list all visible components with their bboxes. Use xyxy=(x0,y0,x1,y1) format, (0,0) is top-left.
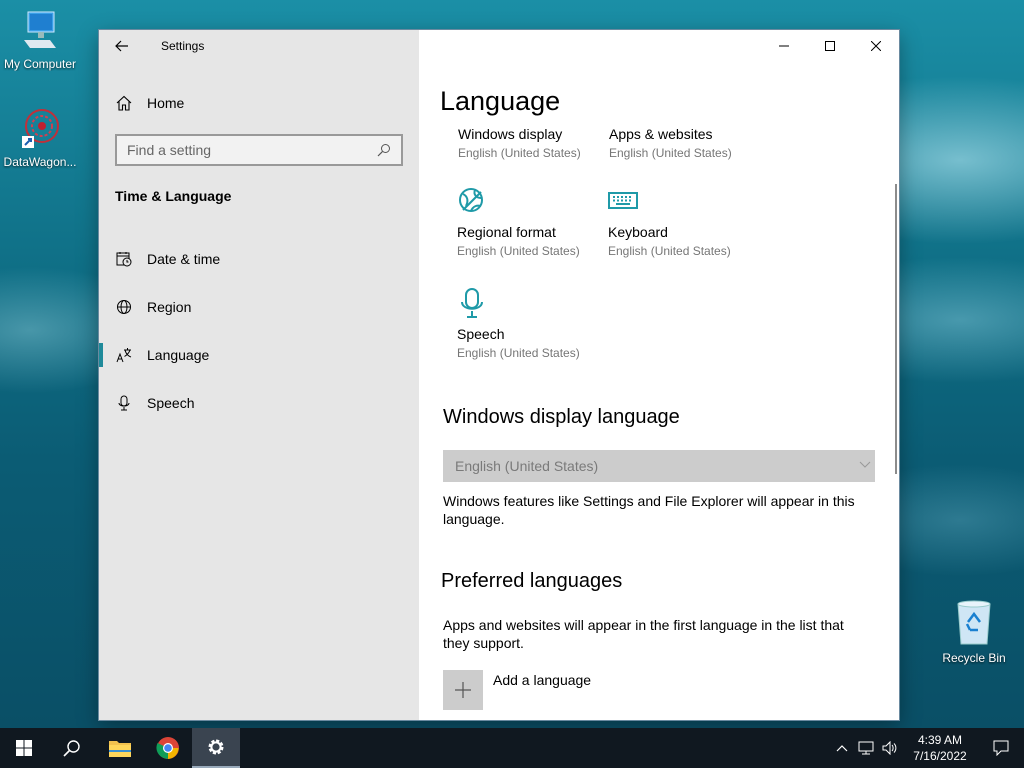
notification-icon xyxy=(993,740,1009,756)
chevron-up-icon xyxy=(836,745,848,752)
settings-content: Language Windows display English (United… xyxy=(419,30,899,720)
system-tray: 4:39 AM 7/16/2022 xyxy=(830,728,1024,768)
volume-button[interactable] xyxy=(878,728,902,768)
tile-name: Apps & websites xyxy=(609,126,713,142)
settings-taskbar-button[interactable] xyxy=(192,728,240,768)
speaker-icon xyxy=(882,741,897,755)
file-explorer-button[interactable] xyxy=(96,728,144,768)
maximize-button[interactable] xyxy=(807,30,853,62)
display-language-description: Windows features like Settings and File … xyxy=(443,493,855,527)
search-taskbar-button[interactable] xyxy=(48,728,96,768)
sidebar-item-speech[interactable]: Speech xyxy=(99,379,419,427)
settings-sidebar: Settings Home Time & Language xyxy=(99,30,419,720)
clock-time: 4:39 AM xyxy=(917,733,963,747)
tile-speech[interactable]: Speech English (United States) xyxy=(457,288,597,360)
action-center-button[interactable] xyxy=(978,728,1024,768)
desktop-icon-label: My Computer xyxy=(3,57,77,71)
back-arrow-icon xyxy=(115,40,128,52)
search-icon xyxy=(377,144,390,157)
preferred-languages-description: Apps and websites will appear in the fir… xyxy=(443,617,844,651)
calendar-clock-icon xyxy=(115,250,133,268)
add-language-label: Add a language xyxy=(493,672,592,688)
sidebar-item-region[interactable]: Region xyxy=(99,283,419,331)
tile-keyboard[interactable]: Keyboard English (United States) xyxy=(608,186,748,258)
nav-home-label: Home xyxy=(147,95,185,111)
chrome-icon xyxy=(156,737,179,759)
tile-name: Speech xyxy=(457,326,505,342)
window-title: Settings xyxy=(161,39,205,53)
sidebar-item-label: Region xyxy=(147,299,192,315)
tile-name: Windows display xyxy=(458,126,563,142)
close-button[interactable] xyxy=(853,30,899,62)
clock[interactable]: 4:39 AM 7/16/2022 xyxy=(902,732,978,764)
globe-icon xyxy=(115,298,133,316)
add-language-button[interactable]: Add a language xyxy=(443,670,591,710)
minimize-icon xyxy=(779,45,789,47)
desktop-icon-recycle-bin[interactable]: Recycle Bin xyxy=(934,600,1014,665)
microphone-icon xyxy=(457,288,487,318)
desktop-icon-my-computer[interactable]: My Computer xyxy=(0,8,80,71)
tile-apps-websites[interactable]: Apps & websites English (United States) xyxy=(609,126,749,160)
sidebar-item-language[interactable]: Language xyxy=(99,331,419,379)
chrome-button[interactable] xyxy=(144,728,192,768)
tile-windows-display[interactable]: Windows display English (United States) xyxy=(458,126,598,160)
microphone-icon xyxy=(115,394,133,412)
chevron-down-icon xyxy=(859,461,871,468)
sidebar-item-date-time[interactable]: Date & time xyxy=(99,235,419,283)
nav-list: Date & time Region Language Speech xyxy=(99,235,419,427)
windows-logo-icon xyxy=(16,740,32,756)
minimize-button[interactable] xyxy=(761,30,807,62)
tile-subtitle: English (United States) xyxy=(458,146,581,160)
network-button[interactable] xyxy=(854,728,878,768)
start-button[interactable] xyxy=(0,728,48,768)
desktop-icon-datawagon[interactable]: DataWagon... xyxy=(0,106,80,169)
preferred-languages-heading: Preferred languages xyxy=(441,570,623,592)
keyboard-icon xyxy=(608,186,638,216)
datawagon-icon xyxy=(22,109,59,148)
tile-regional-format[interactable]: Regional format English (United States) xyxy=(457,186,597,258)
clock-date: 7/16/2022 xyxy=(913,749,967,763)
search-input[interactable] xyxy=(127,142,377,158)
taskbar: 4:39 AM 7/16/2022 xyxy=(0,728,1024,768)
dropdown-value: English (United States) xyxy=(455,458,599,474)
sidebar-item-label: Speech xyxy=(147,395,195,411)
desktop-icon-label: Recycle Bin xyxy=(942,651,1006,665)
recycle-bin-icon xyxy=(957,600,991,645)
sidebar-item-label: Date & time xyxy=(147,251,221,267)
desktop-icon-label: DataWagon... xyxy=(3,155,77,169)
window-controls xyxy=(761,30,899,62)
sidebar-item-label: Language xyxy=(147,347,210,363)
tile-subtitle: English (United States) xyxy=(457,346,580,360)
tile-name: Regional format xyxy=(457,224,556,240)
maximize-icon xyxy=(825,41,835,51)
tile-subtitle: English (United States) xyxy=(457,244,580,258)
computer-icon xyxy=(24,11,56,48)
tile-subtitle: English (United States) xyxy=(609,146,732,160)
tile-name: Keyboard xyxy=(608,224,668,240)
show-hidden-icons-button[interactable] xyxy=(830,728,854,768)
display-language-dropdown[interactable]: English (United States) xyxy=(443,450,875,482)
search-box[interactable] xyxy=(115,134,403,166)
gear-icon xyxy=(208,739,224,755)
close-icon xyxy=(871,41,881,51)
settings-window: Settings Home Time & Language xyxy=(99,30,899,720)
plus-icon xyxy=(443,670,483,710)
nav-home[interactable]: Home xyxy=(115,90,184,116)
home-icon xyxy=(115,94,133,112)
section-title: Time & Language xyxy=(115,188,232,204)
back-button[interactable] xyxy=(99,30,145,62)
page-title: Language xyxy=(440,86,561,116)
display-language-heading: Windows display language xyxy=(443,406,680,428)
folder-icon xyxy=(109,741,131,757)
search-icon xyxy=(63,740,80,757)
scrollbar[interactable] xyxy=(895,184,897,474)
title-bar: Settings xyxy=(99,30,419,62)
globe-format-icon xyxy=(457,186,487,216)
language-icon xyxy=(115,346,133,364)
network-icon xyxy=(858,741,874,755)
tile-subtitle: English (United States) xyxy=(608,244,731,258)
